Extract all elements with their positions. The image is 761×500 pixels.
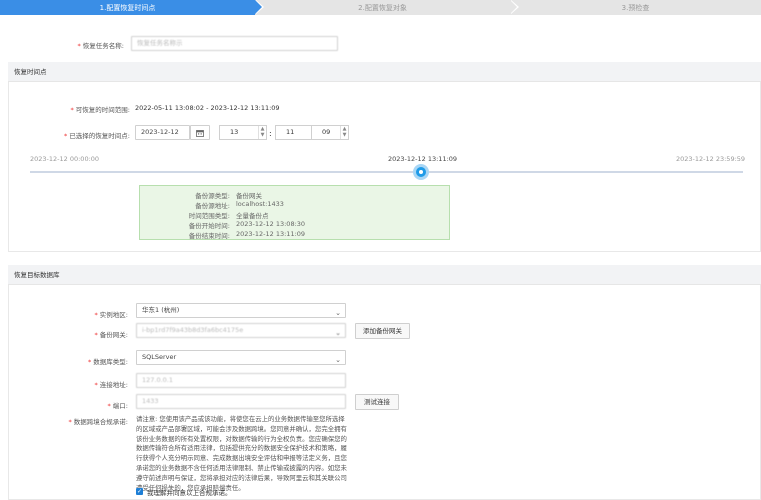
- chevron-down-icon: ⌄: [335, 329, 341, 337]
- instance-region-select[interactable]: 华东1 (杭州) ⌄: [136, 303, 346, 318]
- restore-point-section-title: 恢复时间点: [8, 62, 761, 82]
- compliance-checkbox-label: 我理解并同意以上合规承诺。: [147, 489, 232, 497]
- step-2-label: 2.配置恢复对象: [358, 3, 407, 12]
- timeline-current-label: 2023-12-12 13:11:09: [388, 155, 458, 163]
- second-stepper[interactable]: 09 ▲ ▼: [311, 125, 349, 140]
- timeline-track[interactable]: [30, 171, 743, 173]
- second-value: 09: [322, 128, 331, 136]
- backup-gateway-label: * 备份网关:: [94, 331, 128, 339]
- compliance-text: 请注意: 您使用该产品或该功能，将使您在云上的业务数据传输至您所选择的区域或产品…: [136, 415, 347, 492]
- time-separator: :: [269, 129, 272, 138]
- conn-addr-label: * 连接地址:: [94, 381, 128, 389]
- calendar-icon[interactable]: [190, 125, 210, 140]
- port-label: * 端口:: [107, 402, 128, 410]
- db-type-select[interactable]: SQLServer ⌄: [136, 350, 346, 365]
- step-3-label: 3.预检查: [621, 3, 650, 12]
- minute-value: 11: [286, 128, 295, 136]
- add-backup-gateway-button[interactable]: 添加备份网关: [355, 323, 410, 339]
- backup-gateway-select[interactable]: i-bp1rd7f9a43b8d3fa6bc4175e ⌄: [136, 323, 346, 338]
- target-db-section-title: 恢复目标数据库: [8, 265, 761, 285]
- step-3-precheck[interactable]: 3.预检查: [510, 0, 761, 15]
- restorable-range-label: * 可恢复的时间范围:: [70, 106, 130, 114]
- hour-stepper[interactable]: 13 ▲ ▼: [219, 125, 267, 140]
- db-type-label: * 数据库类型:: [88, 358, 128, 366]
- hour-arrows-icon[interactable]: ▲ ▼: [258, 126, 266, 139]
- test-connection-button[interactable]: 测试连接: [355, 394, 399, 410]
- selected-point-label: * 已选择的恢复时间点:: [64, 132, 130, 140]
- step-2-configure-objects[interactable]: 2.配置恢复对象: [255, 0, 519, 15]
- timeline-start-label: 2023-12-12 00:00:00: [30, 155, 100, 163]
- compliance-checkbox[interactable]: ✓: [136, 488, 143, 495]
- timeline-end-label: 2023-12-12 23:59:59: [676, 155, 746, 163]
- second-arrows-icon[interactable]: ▲ ▼: [340, 126, 348, 139]
- timeline-handle[interactable]: [413, 164, 429, 180]
- wizard-steps: 1.配置恢复时间点 2.配置恢复对象 3.预检查: [0, 0, 761, 15]
- conn-addr-input[interactable]: 127.0.0.1: [136, 373, 346, 388]
- step-1-configure-time[interactable]: 1.配置恢复时间点: [0, 0, 264, 15]
- restorable-range-value: 2022-05-11 13:08:02 - 2023-12-12 13:11:0…: [135, 104, 280, 112]
- hour-value: 13: [230, 128, 239, 136]
- port-input[interactable]: 1433: [136, 394, 346, 409]
- chevron-down-icon: ⌄: [335, 356, 341, 364]
- task-name-input[interactable]: 恢复任务名称示: [131, 36, 338, 51]
- date-input[interactable]: 2023-12-12: [135, 125, 190, 140]
- backup-info-box: 备份源类型: 备份网关 备份源地址: localhost:1433 时间范围类型: 全…: [139, 185, 450, 240]
- instance-region-label: * 实例地区:: [94, 311, 128, 319]
- compliance-label: * 数据跨境合规承诺:: [68, 418, 128, 426]
- step-1-label: 1.配置恢复时间点: [99, 3, 156, 12]
- task-name-label: * 恢复任务名称:: [77, 42, 124, 50]
- chevron-down-icon: ⌄: [335, 309, 341, 317]
